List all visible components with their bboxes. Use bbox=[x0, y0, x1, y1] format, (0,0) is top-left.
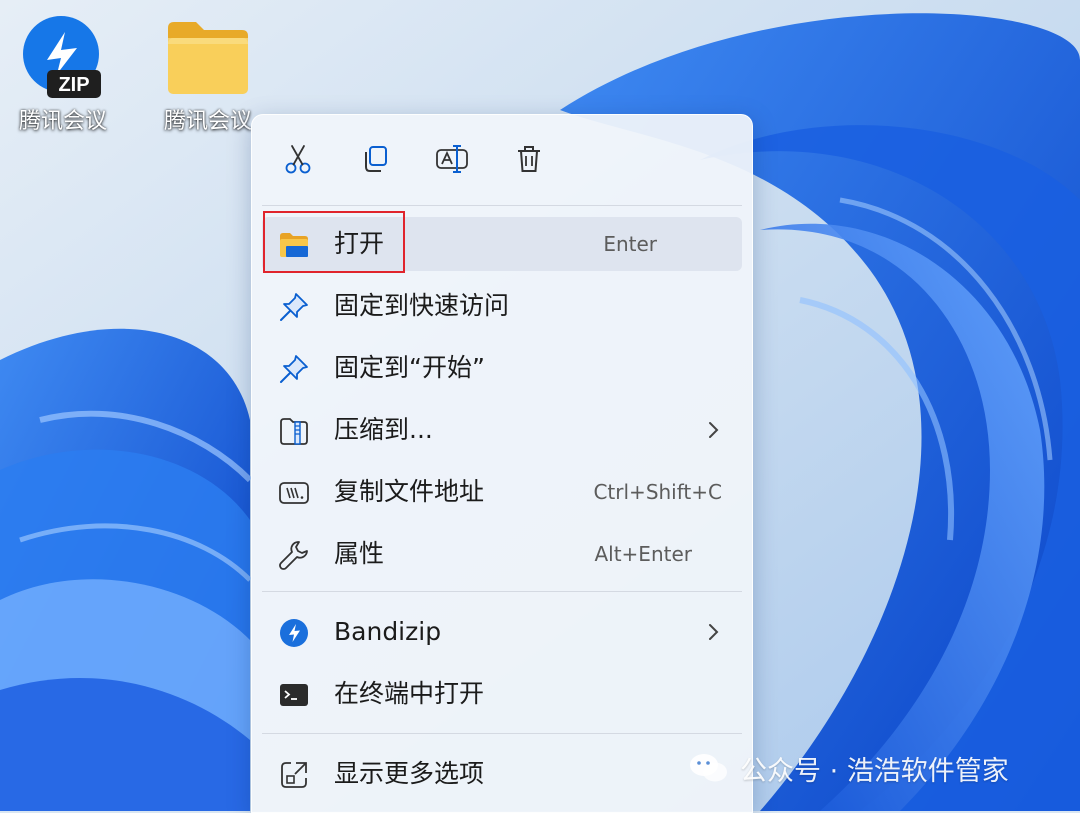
menu-item-pin-quick-access[interactable]: 固定到快速访问 bbox=[262, 279, 742, 333]
menu-item-properties[interactable]: 属性 Alt+Enter bbox=[262, 527, 742, 581]
menu-item-label: 固定到“开始” bbox=[334, 353, 485, 382]
menu-item-shortcut: Enter bbox=[603, 232, 657, 256]
watermark: 公众号 · 浩浩软件管家 bbox=[688, 748, 1009, 788]
cut-icon bbox=[285, 145, 311, 174]
wrench-icon bbox=[278, 539, 310, 571]
chevron-right-icon bbox=[709, 624, 719, 640]
desktop-icon-zip[interactable]: ZIP 腾讯会议 bbox=[8, 12, 118, 136]
pin-icon bbox=[278, 353, 310, 385]
menu-item-label: 属性 bbox=[334, 539, 385, 568]
menu-item-label: 固定到快速访问 bbox=[334, 291, 510, 320]
desktop-icon-folder[interactable]: 腾讯会议 bbox=[153, 14, 263, 136]
menu-item-compress-to[interactable]: 压缩到... bbox=[262, 403, 742, 457]
desktop-icon-label: 腾讯会议 bbox=[18, 109, 107, 134]
menu-item-copy-path[interactable]: 复制文件地址 Ctrl+Shift+C bbox=[262, 465, 742, 519]
rename-icon bbox=[436, 145, 468, 173]
chevron-right-icon bbox=[709, 422, 719, 438]
menu-item-label: 显示更多选项 bbox=[334, 759, 485, 788]
tencent-meeting-zip-icon: ZIP bbox=[23, 16, 101, 98]
zip-folder-icon bbox=[278, 415, 310, 447]
menu-item-label: 在终端中打开 bbox=[334, 679, 485, 708]
menu-separator bbox=[262, 591, 742, 592]
copy-button[interactable] bbox=[357, 141, 393, 177]
menu-separator bbox=[262, 205, 742, 206]
menu-item-pin-start[interactable]: 固定到“开始” bbox=[262, 341, 742, 395]
menu-item-bandizip[interactable]: Bandizip bbox=[262, 605, 742, 659]
wechat-icon bbox=[690, 754, 727, 782]
context-menu-toolbar bbox=[252, 115, 752, 205]
terminal-icon bbox=[278, 679, 310, 711]
menu-item-shortcut: Ctrl+Shift+C bbox=[593, 480, 722, 504]
menu-item-label: 复制文件地址 bbox=[334, 477, 485, 506]
menu-item-label: Bandizip bbox=[334, 617, 442, 646]
zip-badge-text: ZIP bbox=[58, 74, 89, 96]
more-options-icon bbox=[278, 759, 310, 791]
menu-item-show-more-options[interactable]: 显示更多选项 bbox=[262, 747, 742, 801]
menu-item-label: 压缩到... bbox=[334, 415, 433, 444]
copy-path-icon bbox=[278, 477, 310, 509]
highlight-box bbox=[263, 211, 405, 273]
desktop-icon-label: 腾讯会议 bbox=[163, 109, 252, 134]
delete-icon bbox=[518, 146, 540, 172]
pin-icon bbox=[278, 291, 310, 323]
menu-item-shortcut: Alt+Enter bbox=[594, 542, 692, 566]
rename-button[interactable] bbox=[434, 141, 470, 177]
watermark-text: 公众号 · 浩浩软件管家 bbox=[740, 755, 1009, 787]
bandizip-icon bbox=[278, 617, 310, 649]
menu-item-open-in-terminal[interactable]: 在终端中打开 bbox=[262, 667, 742, 721]
cut-button[interactable] bbox=[280, 141, 316, 177]
copy-icon bbox=[365, 146, 387, 172]
folder-icon bbox=[168, 22, 248, 94]
menu-separator bbox=[262, 733, 742, 734]
delete-button[interactable] bbox=[511, 141, 547, 177]
